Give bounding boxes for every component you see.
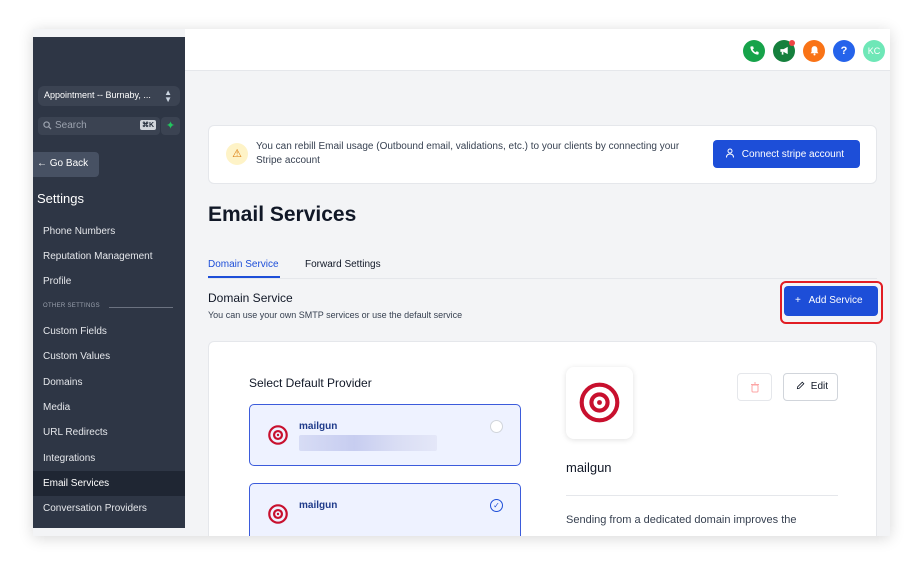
sidebar-item-phone-numbers[interactable]: Phone Numbers	[33, 219, 185, 244]
trash-icon	[750, 382, 759, 393]
location-switcher[interactable]: Appointment -- Burnaby, ... ▲ ▼	[38, 86, 180, 106]
provider-option-selected[interactable]: mailgun ✓	[249, 483, 521, 536]
quick-action-button[interactable]: ✦	[161, 117, 180, 135]
go-back-label: Go Back	[49, 158, 89, 169]
page-title: Email Services	[208, 203, 357, 226]
main-content: ⚠ You can rebill Email usage (Outbound e…	[185, 71, 890, 536]
redacted-domain	[299, 435, 437, 451]
search-input[interactable]: Search ⌘K	[38, 117, 160, 135]
provider-card: Select Default Provider mailgun mailgun …	[208, 341, 877, 536]
sidebar-item-custom-fields[interactable]: Custom Fields	[33, 319, 185, 344]
settings-title: Settings	[37, 191, 84, 206]
select-provider-heading: Select Default Provider	[249, 376, 372, 390]
provider-description: Sending from a dedicated domain improves…	[566, 514, 797, 526]
connect-stripe-button[interactable]: Connect stripe account	[713, 140, 860, 168]
plus-icon: +	[795, 295, 801, 306]
mailgun-logo-icon	[579, 382, 620, 423]
search-placeholder: Search	[55, 120, 87, 131]
section-subtitle: You can use your own SMTP services or us…	[208, 310, 463, 320]
search-icon	[43, 121, 52, 130]
mailgun-logo-icon	[268, 425, 288, 445]
user-icon	[725, 148, 742, 160]
mailgun-logo-icon	[268, 504, 288, 524]
sidebar-item-email-services[interactable]: Email Services	[33, 471, 185, 496]
sidebar-item-integrations[interactable]: Integrations	[33, 446, 185, 471]
tabs-divider	[208, 278, 877, 279]
avatar[interactable]: KC	[863, 40, 885, 62]
tab-forward-settings[interactable]: Forward Settings	[305, 259, 381, 270]
provider-name: mailgun	[299, 421, 338, 432]
provider-radio[interactable]	[490, 420, 503, 433]
section-divider	[109, 307, 173, 308]
sidebar-item-custom-values[interactable]: Custom Values	[33, 344, 185, 369]
edit-label: Edit	[810, 381, 829, 392]
bell-icon[interactable]	[803, 40, 825, 62]
connect-stripe-label: Connect stripe account	[741, 149, 845, 160]
provider-detail-name: mailgun	[566, 460, 612, 475]
sidebar-item-reputation-management[interactable]: Reputation Management	[33, 244, 185, 269]
other-settings-label: OTHER SETTINGS	[43, 303, 100, 309]
provider-name: mailgun	[299, 500, 338, 511]
tab-domain-service[interactable]: Domain Service	[208, 259, 279, 270]
edit-button[interactable]: Edit	[783, 373, 838, 401]
provider-logo-tile	[566, 367, 633, 439]
app-window: Appointment -- Burnaby, ... ▲ ▼ Search ⌘K…	[33, 29, 890, 536]
sidebar-item-url-redirects[interactable]: URL Redirects	[33, 420, 185, 445]
arrow-left-icon: ←	[37, 158, 47, 169]
delete-button[interactable]	[737, 373, 772, 401]
notification-dot	[789, 40, 795, 46]
top-bar: ? KC	[185, 29, 890, 71]
pencil-icon	[796, 381, 805, 390]
warning-icon: ⚠	[226, 143, 248, 165]
shortcut-badge: ⌘K	[139, 120, 156, 130]
add-service-label: Add Service	[808, 295, 863, 306]
help-icon[interactable]: ?	[833, 40, 855, 62]
detail-divider	[566, 495, 838, 496]
active-tab-indicator	[208, 276, 280, 278]
sidebar: Appointment -- Burnaby, ... ▲ ▼ Search ⌘K…	[33, 37, 185, 528]
go-back-button[interactable]: ← Go Back	[33, 152, 99, 177]
banner-text: You can rebill Email usage (Outbound ema…	[256, 141, 680, 166]
provider-option[interactable]: mailgun	[249, 404, 521, 466]
phone-icon[interactable]	[743, 40, 765, 62]
stripe-banner: ⚠ You can rebill Email usage (Outbound e…	[208, 125, 877, 184]
section-title: Domain Service	[208, 291, 293, 305]
sidebar-item-conversation-providers[interactable]: Conversation Providers	[33, 496, 185, 521]
location-name: Appointment -- Burnaby, ...	[44, 90, 151, 100]
lightning-icon: ✦	[165, 120, 176, 132]
sidebar-item-media[interactable]: Media	[33, 395, 185, 420]
add-service-button[interactable]: + Add Service	[784, 286, 878, 316]
check-icon[interactable]: ✓	[490, 499, 503, 512]
megaphone-icon[interactable]	[773, 40, 795, 62]
chevron-updown-icon: ▲ ▼	[164, 88, 172, 104]
sidebar-item-profile[interactable]: Profile	[33, 269, 185, 294]
sidebar-item-domains[interactable]: Domains	[33, 370, 185, 395]
